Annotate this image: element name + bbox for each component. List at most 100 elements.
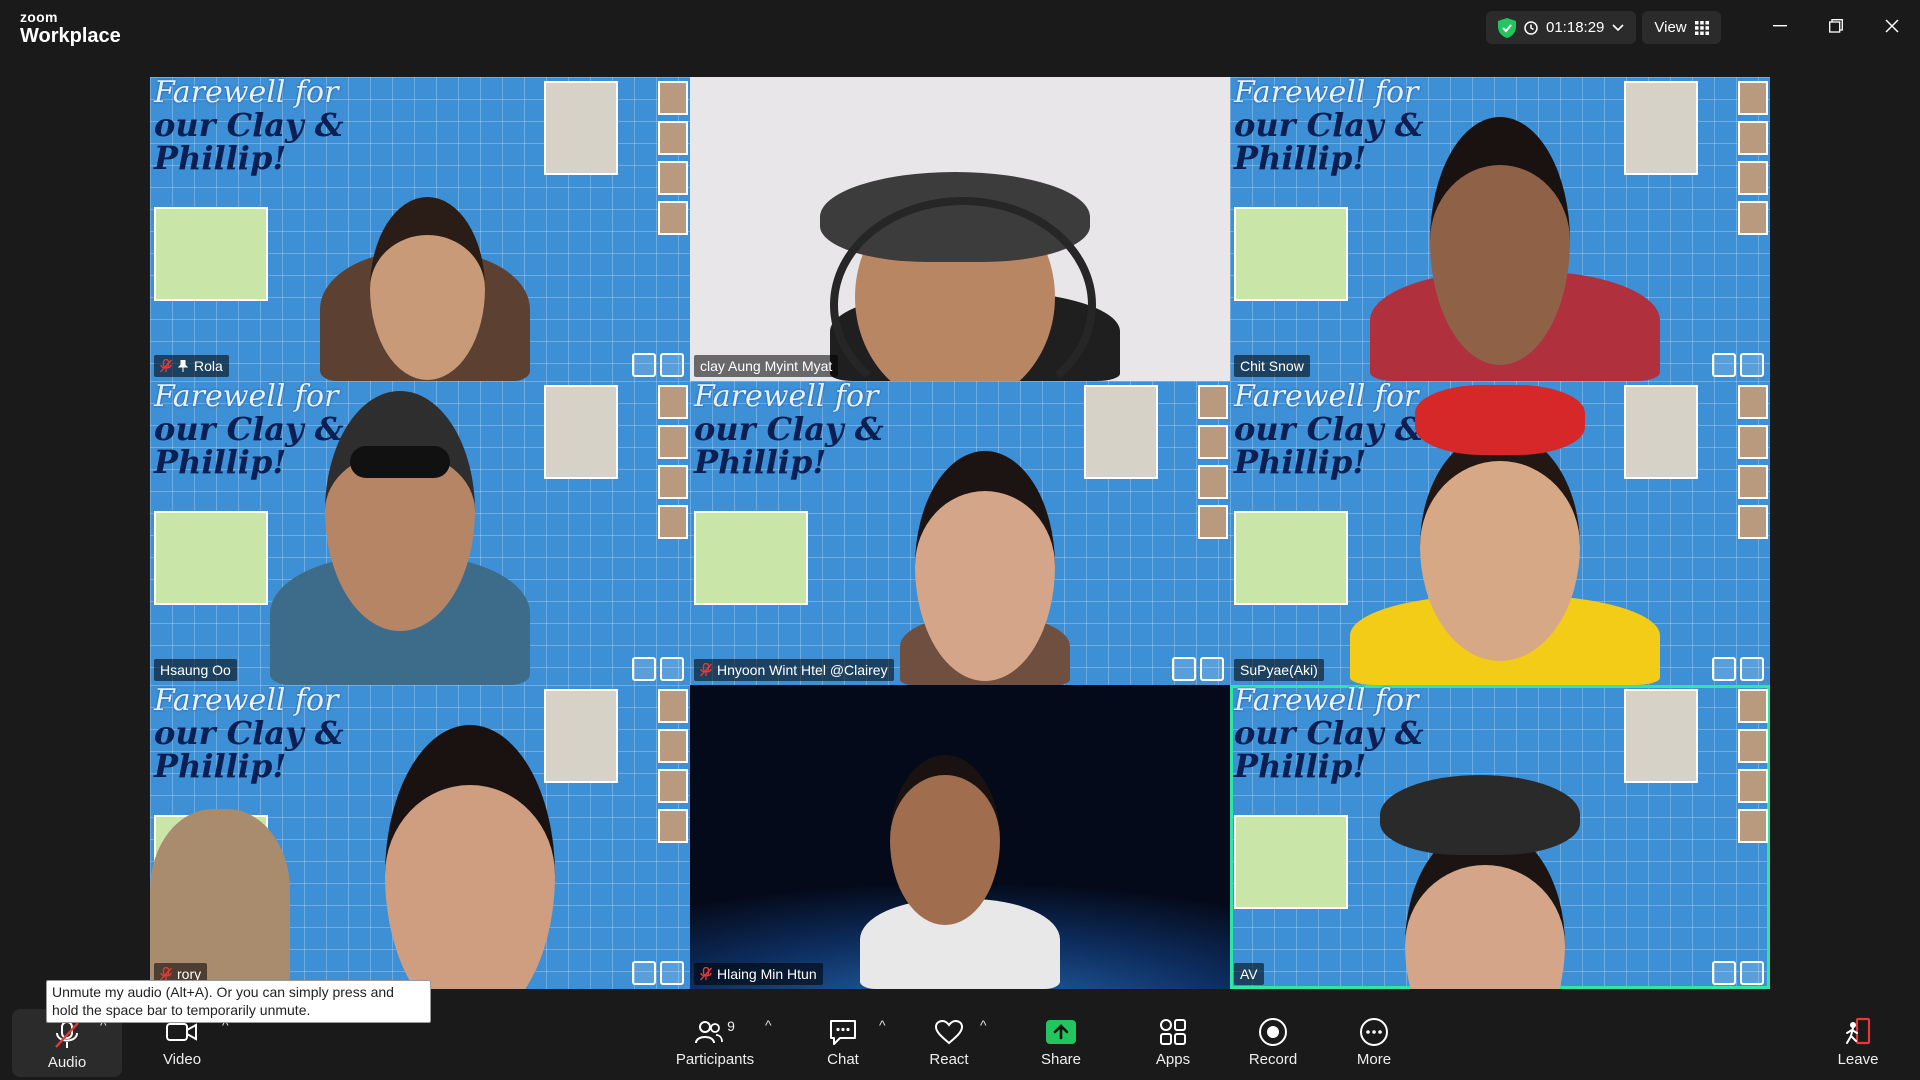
apps-button[interactable]: Apps: [1128, 1013, 1218, 1075]
participant-face: [890, 755, 1000, 925]
background-stickers: [1712, 353, 1764, 377]
participants-label: Participants: [675, 1051, 755, 1068]
video-tile[interactable]: Farewell for our Clay & Phillip! rory: [150, 685, 690, 989]
collage-photo: [1624, 385, 1698, 479]
video-tile[interactable]: clay Aung Myint Myat: [690, 77, 1230, 381]
background-stickers: [1172, 657, 1224, 681]
view-label: View: [1654, 19, 1687, 36]
heart-icon: [934, 1015, 964, 1049]
collage-photo: [1084, 385, 1158, 479]
mic-muted-icon: [160, 967, 172, 981]
participant-name: SuPyae(Aki): [1240, 662, 1318, 678]
video-tile[interactable]: Farewell for our Clay & Phillip! Hnyoon …: [690, 381, 1230, 685]
virtual-background-title: Farewell for our Clay & Phillip!: [694, 381, 884, 482]
collage-photo: [154, 511, 268, 605]
virtual-background-title: Farewell for our Clay & Phillip!: [1234, 685, 1424, 786]
minimize-button[interactable]: [1752, 0, 1808, 52]
photo-strip: [658, 689, 688, 849]
participant-name: Chit Snow: [1240, 358, 1304, 374]
shield-check-icon[interactable]: [1498, 17, 1516, 38]
participants-icon: 9: [695, 1015, 735, 1049]
photo-strip: [1738, 689, 1768, 849]
chat-label: Chat: [827, 1051, 859, 1068]
participant-name: Hsaung Oo: [160, 662, 231, 678]
participant-face: [915, 451, 1055, 681]
more-dots-icon: [1359, 1015, 1389, 1049]
participant-face: [1430, 117, 1570, 365]
photo-strip: [1738, 81, 1768, 241]
close-button[interactable]: [1864, 0, 1920, 52]
participant-name-tag: Chit Snow: [1234, 355, 1310, 377]
meeting-info-pill[interactable]: 01:18:29: [1486, 11, 1637, 44]
share-screen-icon: [1045, 1015, 1077, 1049]
participant-name-tag: AV: [1234, 963, 1264, 985]
more-button[interactable]: More: [1329, 1013, 1419, 1075]
share-button[interactable]: Share: [1016, 1013, 1106, 1075]
video-tile[interactable]: Farewell for our Clay & Phillip! Chit Sn…: [1230, 77, 1770, 381]
apps-label: Apps: [1155, 1051, 1191, 1068]
background-stickers: [1712, 657, 1764, 681]
beret-hat: [1380, 775, 1580, 855]
participant-name: clay Aung Myint Myat: [700, 358, 833, 374]
video-tile[interactable]: Farewell for our Clay & Phillip! Hsaung …: [150, 381, 690, 685]
title-bar: zoom Workplace 01:18:29 View: [0, 0, 1920, 56]
chevron-down-icon[interactable]: [1612, 23, 1624, 32]
mic-muted-icon: [160, 359, 172, 373]
restore-button[interactable]: [1808, 0, 1864, 52]
video-gallery: Farewell for our Clay & Phillip! Rola cl…: [150, 77, 1770, 989]
collage-photo: [544, 385, 618, 479]
collage-photo: [1624, 81, 1698, 175]
chat-button[interactable]: Chat: [798, 1013, 888, 1075]
collage-photo: [1234, 511, 1348, 605]
participant-name-tag: clay Aung Myint Myat: [694, 355, 839, 377]
pin-icon: [177, 360, 189, 372]
collage-photo: [1624, 689, 1698, 783]
record-button[interactable]: Record: [1228, 1013, 1318, 1075]
participant-face: [370, 197, 485, 380]
video-tile-active-speaker[interactable]: Farewell for our Clay & Phillip! AV: [1230, 685, 1770, 989]
participant-name-tag: Rola: [154, 355, 229, 377]
video-tile[interactable]: Hlaing Min Htun: [690, 685, 1230, 989]
participant-name: Hlaing Min Htun: [717, 966, 817, 982]
red-bow-headband: [1415, 385, 1585, 455]
background-stickers: [1712, 961, 1764, 985]
mic-muted-icon: [700, 663, 712, 677]
audio-label: Audio: [47, 1053, 87, 1071]
participants-button[interactable]: 9 Participants: [660, 1013, 770, 1075]
react-options-caret[interactable]: ^: [980, 1017, 987, 1033]
virtual-background-title: Farewell for our Clay & Phillip!: [154, 77, 344, 178]
participant-name-tag: Hsaung Oo: [154, 659, 237, 681]
chat-icon: [828, 1015, 858, 1049]
view-button[interactable]: View: [1642, 11, 1721, 44]
participant-name-tag: Hnyoon Wint Htel @Clairey: [694, 659, 894, 681]
participant-name: Rola: [194, 358, 223, 374]
clock-icon: [1524, 20, 1538, 35]
more-label: More: [1356, 1051, 1392, 1068]
collage-photo: [1234, 815, 1348, 909]
photo-strip: [658, 81, 688, 241]
collage-photo: [154, 207, 268, 301]
collage-photo: [694, 511, 808, 605]
participants-options-caret[interactable]: ^: [765, 1017, 772, 1033]
video-label: Video: [162, 1051, 202, 1068]
record-icon: [1258, 1015, 1288, 1049]
grid-view-icon: [1694, 20, 1709, 35]
leave-button[interactable]: Leave: [1813, 1013, 1903, 1075]
participant-video: [150, 809, 290, 989]
brand-zoom: zoom: [20, 9, 58, 25]
background-stickers: [632, 657, 684, 681]
collage-photo: [544, 81, 618, 175]
participant-face: [385, 725, 555, 989]
chat-options-caret[interactable]: ^: [879, 1017, 886, 1033]
background-stickers: [632, 961, 684, 985]
share-label: Share: [1040, 1051, 1082, 1068]
video-tile[interactable]: Farewell for our Clay & Phillip! SuPyae(…: [1230, 381, 1770, 685]
participants-count: 9: [727, 1018, 735, 1034]
unmute-tooltip: Unmute my audio (Alt+A). Or you can simp…: [46, 980, 431, 1023]
participant-name: AV: [1240, 966, 1258, 982]
video-tile[interactable]: Farewell for our Clay & Phillip! Rola: [150, 77, 690, 381]
apps-icon: [1159, 1015, 1187, 1049]
brand-workplace: Workplace: [20, 25, 121, 47]
participant-face: [1420, 431, 1580, 661]
collage-photo: [544, 689, 618, 783]
